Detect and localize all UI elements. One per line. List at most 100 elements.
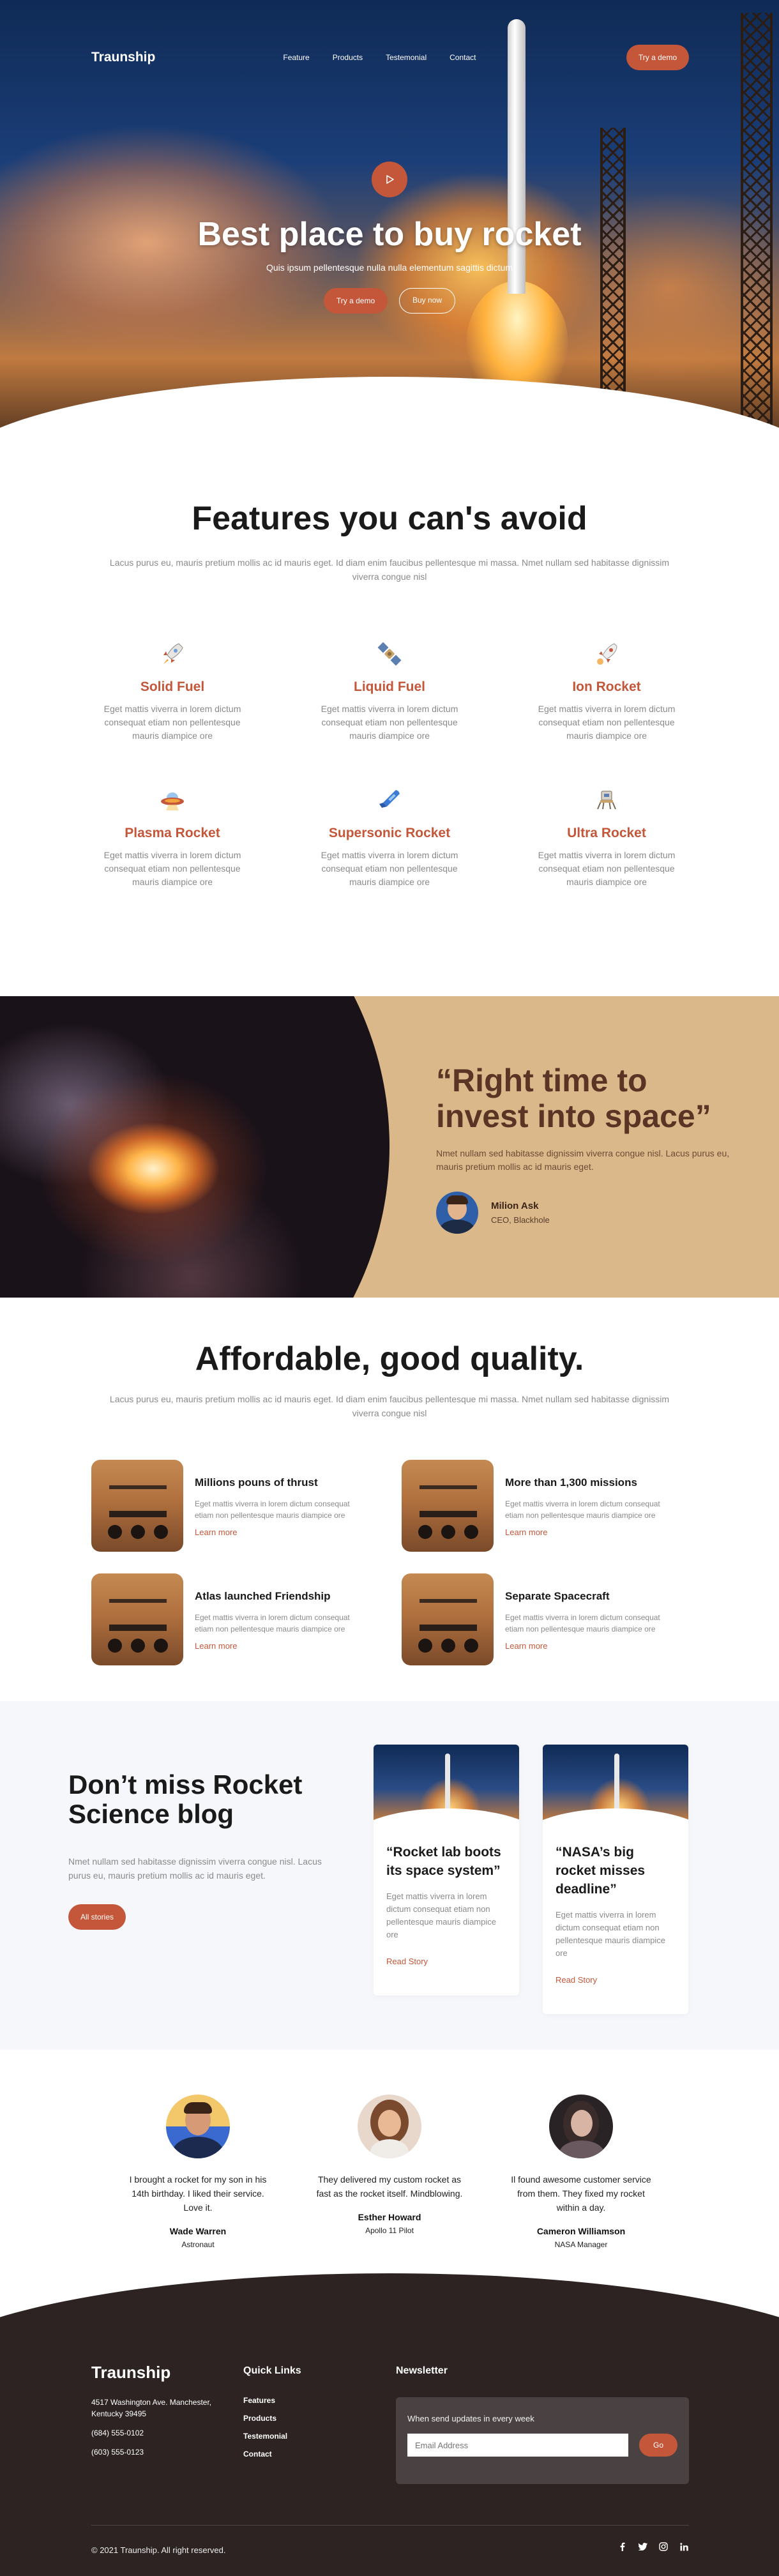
feature-desc: Eget mattis viverra in lorem dictum cons… xyxy=(538,704,676,741)
avatar xyxy=(549,2095,613,2158)
feature-card: Ultra Rocket Eget mattis viverra in lore… xyxy=(498,781,715,889)
newsletter-box: When send updates in every week Go xyxy=(396,2397,689,2484)
feature-name: Plasma Rocket xyxy=(125,826,220,840)
hero-content: Best place to buy rocket Quis ipsum pell… xyxy=(0,162,779,314)
learn-more-link[interactable]: Learn more xyxy=(505,1641,547,1651)
galaxy-image xyxy=(0,996,390,1298)
logo[interactable]: Traunship xyxy=(91,50,155,65)
read-story-link[interactable]: Read Story xyxy=(386,1957,428,1966)
newsletter-form: Go xyxy=(407,2434,677,2457)
footer-logo[interactable]: Traunship xyxy=(91,2363,225,2383)
newsletter-title: Newsletter xyxy=(396,2365,448,2376)
rocket-icon xyxy=(153,635,192,673)
feature-card: Solid Fuel Eget mattis viverra in lorem … xyxy=(64,635,281,743)
item-title: Separate Spacecraft xyxy=(505,1590,610,1602)
footer-link-testemonial[interactable]: Testemonial xyxy=(243,2432,301,2441)
try-demo-button[interactable]: Try a demo xyxy=(324,288,388,314)
nav-item-contact[interactable]: Contact xyxy=(450,53,476,62)
top-nav: Traunship Feature Products Testemonial C… xyxy=(91,45,689,70)
rover-image xyxy=(402,1573,494,1665)
copyright: © 2021 Traunship. All right reserved. xyxy=(91,2545,226,2555)
buy-now-button[interactable]: Buy now xyxy=(399,288,455,314)
testimonials-grid: I brought a rocket for my son in his 14t… xyxy=(102,2095,677,2249)
footer: Traunship 4517 Washington Ave. Mancheste… xyxy=(0,2331,779,2576)
hero-buttons: Try a demo Buy now xyxy=(0,288,779,314)
card-title: “NASA’s big rocket misses deadline” xyxy=(556,1845,646,1897)
footer-link-contact[interactable]: Contact xyxy=(243,2450,301,2459)
footer-link-products[interactable]: Products xyxy=(243,2414,301,2423)
affordable-subtitle: Lacus purus eu, mauris pretium mollis ac… xyxy=(109,1394,670,1418)
footer-divider xyxy=(91,2525,689,2526)
learn-more-link[interactable]: Learn more xyxy=(195,1527,237,1537)
footer-link-features[interactable]: Features xyxy=(243,2396,301,2405)
footer-quick-links: Quick Links Features Products Testemonia… xyxy=(243,2363,301,2467)
author-name: Milion Ask xyxy=(491,1201,539,1211)
launch-image xyxy=(543,1745,688,1834)
features-section: Features you can's avoid Lacus purus eu,… xyxy=(0,460,779,996)
feature-name: Ion Rocket xyxy=(572,679,641,694)
feature-name: Supersonic Rocket xyxy=(328,826,451,840)
facebook-icon[interactable] xyxy=(617,2542,628,2552)
feature-card: Liquid Fuel Eget mattis viverra in lorem… xyxy=(281,635,498,743)
footer-phone-2: (603) 555-0123 xyxy=(91,2448,144,2457)
nav-demo-button[interactable]: Try a demo xyxy=(626,45,689,70)
testimonial-quote: They delivered my custom rocket as fast … xyxy=(316,2174,463,2199)
testimonial-name: Esther Howard xyxy=(358,2212,421,2222)
author-role: CEO, Blackhole xyxy=(491,1215,550,1225)
item-title: More than 1,300 missions xyxy=(505,1476,637,1489)
newsletter-label: When send updates in every week xyxy=(407,2414,534,2423)
nav-item-feature[interactable]: Feature xyxy=(283,53,309,62)
quick-links-title: Quick Links xyxy=(243,2365,301,2376)
blog-title: Don’t miss Rocket Science blog xyxy=(68,1769,303,1829)
blog-intro: Don’t miss Rocket Science blog Nmet null… xyxy=(68,1770,343,1930)
list-item: More than 1,300 missions Eget mattis viv… xyxy=(402,1460,712,1552)
nav-item-testemonial[interactable]: Testemonial xyxy=(386,53,427,62)
blog-section: Don’t miss Rocket Science blog Nmet null… xyxy=(0,1701,779,2050)
avatar xyxy=(436,1192,478,1234)
feature-card: Plasma Rocket Eget mattis viverra in lor… xyxy=(64,781,281,889)
play-icon xyxy=(386,175,394,184)
go-button[interactable]: Go xyxy=(639,2434,677,2457)
feature-desc: Eget mattis viverra in lorem dictum cons… xyxy=(321,704,458,741)
linkedin-icon[interactable] xyxy=(679,2542,689,2552)
ufo-icon xyxy=(153,781,192,819)
blog-card[interactable]: “Rocket lab boots its space system” Eget… xyxy=(374,1745,519,1996)
avatar xyxy=(166,2095,230,2158)
testimonial-role: NASA Manager xyxy=(554,2240,608,2249)
item-desc: Eget mattis viverra in lorem dictum cons… xyxy=(505,1499,660,1520)
footer-brand: Traunship 4517 Washington Ave. Mancheste… xyxy=(91,2363,225,2458)
feature-desc: Eget mattis viverra in lorem dictum cons… xyxy=(321,850,458,887)
quote-content: “Right time to invest into space” Nmet n… xyxy=(436,1063,736,1234)
feature-name: Ultra Rocket xyxy=(567,826,646,840)
quote-author: Milion Ask CEO, Blackhole xyxy=(436,1192,736,1234)
card-desc: Eget mattis viverra in lorem dictum cons… xyxy=(386,1891,496,1939)
lunar-lander-icon xyxy=(587,781,626,819)
quick-links-list: Features Products Testemonial Contact xyxy=(243,2396,301,2459)
feature-card: Ion Rocket Eget mattis viverra in lorem … xyxy=(498,635,715,743)
testimonial-name: Wade Warren xyxy=(169,2226,227,2236)
feature-name: Solid Fuel xyxy=(140,679,205,694)
features-grid: Solid Fuel Eget mattis viverra in lorem … xyxy=(0,635,779,889)
footer-newsletter: Newsletter xyxy=(396,2363,448,2377)
list-item: Millions pouns of thrust Eget mattis viv… xyxy=(91,1460,402,1552)
feature-desc: Eget mattis viverra in lorem dictum cons… xyxy=(103,850,241,887)
learn-more-link[interactable]: Learn more xyxy=(505,1527,547,1537)
quote-section: “Right time to invest into space” Nmet n… xyxy=(0,996,779,1298)
twitter-icon[interactable] xyxy=(638,2542,648,2552)
email-field[interactable] xyxy=(407,2434,628,2457)
play-button[interactable] xyxy=(372,162,407,197)
affordable-section: Affordable, good quality. Lacus purus eu… xyxy=(0,1298,779,1701)
rover-image xyxy=(402,1460,494,1552)
item-desc: Eget mattis viverra in lorem dictum cons… xyxy=(195,1613,350,1633)
card-title: “Rocket lab boots its space system” xyxy=(386,1845,501,1878)
footer-curve xyxy=(0,2273,779,2331)
launch-image xyxy=(374,1745,519,1834)
item-title: Millions pouns of thrust xyxy=(195,1476,318,1489)
read-story-link[interactable]: Read Story xyxy=(556,1975,597,1985)
instagram-icon[interactable] xyxy=(658,2542,669,2552)
blog-card[interactable]: “NASA’s big rocket misses deadline” Eget… xyxy=(543,1745,688,2014)
footer-address: 4517 Washington Ave. Manchester, Kentuck… xyxy=(91,2398,212,2418)
learn-more-link[interactable]: Learn more xyxy=(195,1641,237,1651)
all-stories-button[interactable]: All stories xyxy=(68,1904,126,1930)
nav-item-products[interactable]: Products xyxy=(333,53,363,62)
